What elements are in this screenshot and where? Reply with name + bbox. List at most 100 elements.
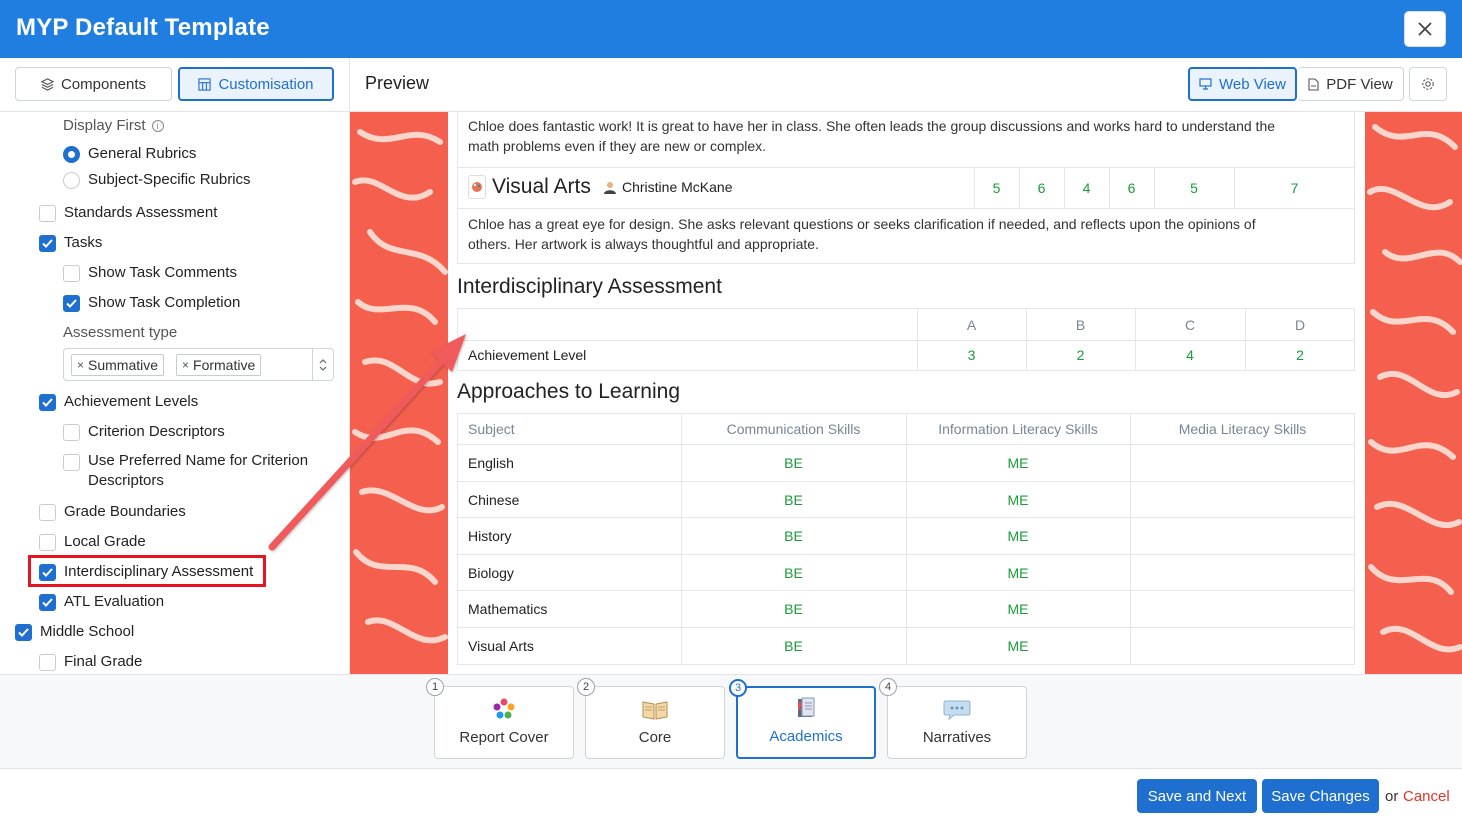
criterion-descriptors-option[interactable]: Criterion Descriptors bbox=[63, 423, 225, 441]
save-changes-button[interactable]: Save Changes bbox=[1262, 779, 1379, 813]
local-grade-checkbox[interactable] bbox=[39, 534, 56, 551]
show-task-completion-checkbox[interactable] bbox=[63, 295, 80, 312]
atl-row-info: ME bbox=[1007, 601, 1029, 617]
atl-row-comm: BE bbox=[784, 492, 803, 508]
preferred-name-option[interactable]: Use Preferred Name for Criterion Descrip… bbox=[63, 451, 308, 491]
atl-evaluation-option[interactable]: ATL Evaluation bbox=[39, 593, 164, 611]
atl-row-info: ME bbox=[1007, 565, 1029, 581]
step-core[interactable]: 2 Core bbox=[577, 678, 725, 759]
tab-components-label: Components bbox=[60, 75, 147, 93]
step-number: 2 bbox=[577, 678, 595, 696]
final-grade-checkbox[interactable] bbox=[39, 654, 56, 671]
display-first-text: Display First bbox=[63, 117, 146, 134]
step-number: 3 bbox=[729, 679, 747, 697]
subject-rubrics-radio[interactable] bbox=[63, 172, 80, 189]
middle-school-option[interactable]: Middle School bbox=[15, 623, 134, 641]
achievement-value: 2 bbox=[1296, 347, 1304, 363]
web-view-button[interactable]: Web View bbox=[1188, 67, 1297, 101]
general-rubrics-radio[interactable] bbox=[63, 146, 80, 163]
preferred-name-checkbox[interactable] bbox=[63, 454, 80, 471]
tab-customisation[interactable]: Customisation bbox=[178, 67, 334, 101]
info-icon[interactable]: i bbox=[151, 120, 164, 133]
step-narratives[interactable]: 4 Narratives bbox=[879, 678, 1027, 759]
options-list: Display First i General Rubrics Subject-S… bbox=[0, 112, 349, 674]
teacher-name: Christine McKane bbox=[622, 179, 733, 195]
cancel-link[interactable]: Cancel bbox=[1403, 788, 1450, 805]
local-grade-option[interactable]: Local Grade bbox=[39, 533, 146, 551]
score-cell: 5 bbox=[992, 180, 1001, 196]
tasks-option[interactable]: Tasks bbox=[39, 234, 102, 252]
notebook-icon bbox=[798, 697, 815, 717]
step-label: Report Cover bbox=[459, 729, 549, 746]
criterion-descriptors-label: Criterion Descriptors bbox=[88, 423, 225, 440]
tab-components[interactable]: Components bbox=[15, 67, 172, 101]
step-report-cover[interactable]: 1 Report Cover bbox=[426, 678, 574, 759]
check-icon bbox=[42, 398, 53, 407]
middle-school-checkbox[interactable] bbox=[15, 624, 32, 641]
chip-summative[interactable]: × Summative bbox=[71, 354, 165, 376]
step-navigation: 1 Report Cover 2 Core 3 Academics 4 Narr… bbox=[0, 674, 1462, 768]
save-and-next-button[interactable]: Save and Next bbox=[1137, 779, 1257, 813]
atl-row-comm: BE bbox=[784, 455, 803, 471]
pdf-view-button[interactable]: PDF View bbox=[1298, 67, 1404, 101]
select-arrows[interactable] bbox=[312, 349, 333, 380]
preview-header: Preview Web View PDF View bbox=[350, 58, 1462, 112]
grade-boundaries-label: Grade Boundaries bbox=[64, 503, 186, 520]
remove-icon[interactable]: × bbox=[182, 358, 189, 372]
or-text: or bbox=[1385, 788, 1399, 805]
atl-header-information: Information Literacy Skills bbox=[938, 421, 1098, 437]
chevron-up-icon bbox=[319, 358, 327, 363]
show-task-completion-label: Show Task Completion bbox=[88, 294, 241, 311]
comment-top-line2: math problems even if they are new or co… bbox=[468, 138, 767, 154]
tab-customisation-label: Customisation bbox=[218, 75, 314, 93]
achievement-level-label: Achievement Level bbox=[468, 347, 587, 363]
customisation-panel: Components Customisation Display First i … bbox=[0, 58, 350, 674]
grade-boundaries-option[interactable]: Grade Boundaries bbox=[39, 503, 186, 521]
step-number: 4 bbox=[879, 678, 897, 696]
achievement-value: 4 bbox=[1186, 347, 1194, 363]
modal-title: MYP Default Template bbox=[16, 14, 270, 41]
speech-bubble-icon bbox=[943, 700, 971, 721]
atl-row-comm: BE bbox=[784, 565, 803, 581]
assessment-type-select[interactable]: × Summative × Formative bbox=[63, 348, 334, 381]
step-label: Academics bbox=[769, 728, 843, 745]
atl-row-subject: History bbox=[468, 528, 512, 544]
close-button[interactable] bbox=[1404, 11, 1446, 47]
achievement-levels-option[interactable]: Achievement Levels bbox=[39, 393, 198, 411]
grade-boundaries-checkbox[interactable] bbox=[39, 504, 56, 521]
show-task-completion-option[interactable]: Show Task Completion bbox=[63, 294, 240, 312]
preferred-name-label: Use Preferred Name for Criterion Descrip… bbox=[88, 451, 308, 491]
step-academics[interactable]: 3 Academics bbox=[729, 679, 876, 759]
check-icon bbox=[42, 239, 53, 248]
web-view-label: Web View bbox=[1219, 75, 1286, 93]
modal-footer: Save and Next Save Changes or Cancel bbox=[0, 768, 1462, 822]
atl-evaluation-label: ATL Evaluation bbox=[64, 593, 165, 610]
file-pdf-icon bbox=[1308, 77, 1319, 91]
subject-rubrics-option[interactable]: Subject-Specific Rubrics bbox=[63, 171, 251, 189]
remove-icon[interactable]: × bbox=[77, 358, 84, 372]
preview-title: Preview bbox=[365, 73, 430, 93]
atl-row-subject: Biology bbox=[468, 565, 514, 581]
general-rubrics-option[interactable]: General Rubrics bbox=[63, 145, 196, 163]
settings-button[interactable] bbox=[1409, 67, 1447, 101]
achievement-levels-checkbox[interactable] bbox=[39, 394, 56, 411]
interdisciplinary-title: Interdisciplinary Assessment bbox=[457, 275, 722, 298]
tasks-checkbox[interactable] bbox=[39, 235, 56, 252]
show-task-comments-option[interactable]: Show Task Comments bbox=[63, 264, 237, 282]
step-number: 1 bbox=[426, 678, 444, 696]
achievement-levels-label: Achievement Levels bbox=[64, 393, 199, 410]
criterion-descriptors-checkbox[interactable] bbox=[63, 424, 80, 441]
show-task-comments-checkbox[interactable] bbox=[63, 265, 80, 282]
atl-row-info: ME bbox=[1007, 455, 1029, 471]
col-divider bbox=[1130, 413, 1131, 665]
atl-title: Approaches to Learning bbox=[457, 380, 680, 403]
standards-assessment-option[interactable]: Standards Assessment bbox=[39, 204, 217, 222]
chip-formative[interactable]: × Formative bbox=[176, 354, 262, 376]
final-grade-option[interactable]: Final Grade bbox=[39, 653, 142, 671]
atl-header-subject: Subject bbox=[468, 421, 515, 437]
atl-evaluation-checkbox[interactable] bbox=[39, 594, 56, 611]
criterion-header: A bbox=[966, 317, 977, 333]
standards-assessment-checkbox[interactable] bbox=[39, 205, 56, 222]
preferred-name-line1: Use Preferred Name for Criterion bbox=[88, 452, 309, 469]
monitor-icon bbox=[1199, 78, 1212, 90]
